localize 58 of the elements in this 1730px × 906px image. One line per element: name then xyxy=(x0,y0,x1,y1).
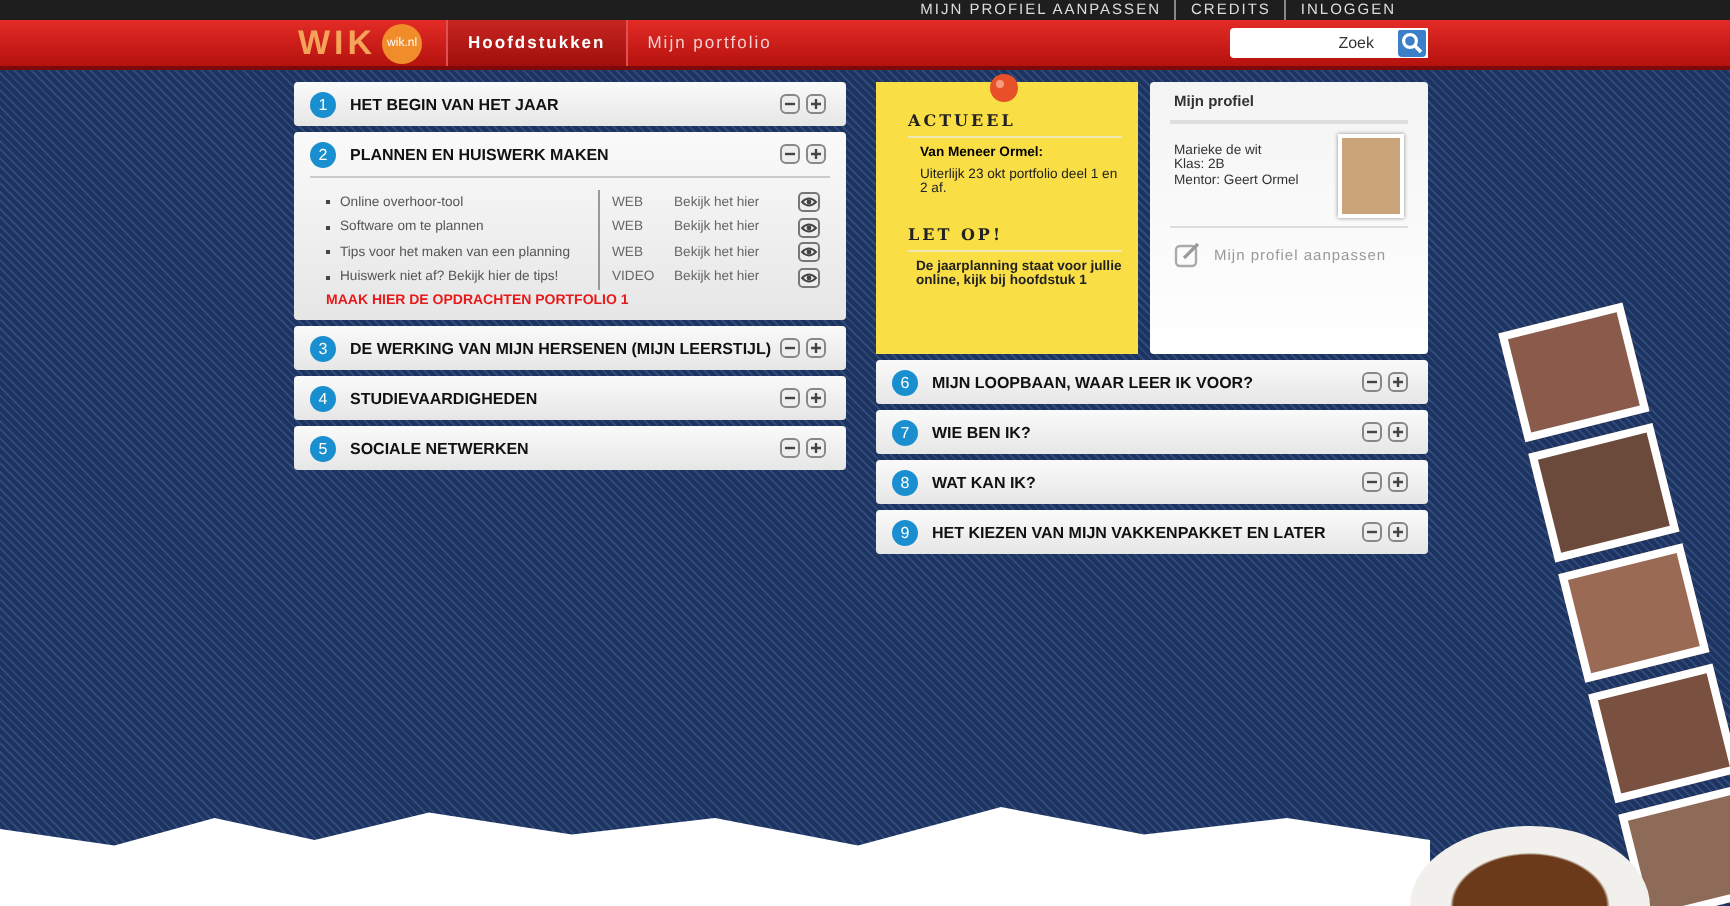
collapse-button[interactable] xyxy=(1362,372,1382,392)
search-icon[interactable] xyxy=(1398,28,1428,58)
chapter-number: 8 xyxy=(892,469,918,495)
plus-icon xyxy=(1390,524,1406,540)
expand-button[interactable] xyxy=(1388,472,1408,492)
plus-icon xyxy=(808,340,824,356)
photo-placeholder xyxy=(1588,663,1730,804)
collapse-button[interactable] xyxy=(780,438,800,458)
collapse-button[interactable] xyxy=(780,144,800,164)
collapse-button[interactable] xyxy=(780,338,800,358)
expand-button[interactable] xyxy=(1388,522,1408,542)
chapter-title[interactable]: PLANNEN EN HUISWERK MAKEN xyxy=(350,145,774,163)
edit-icon[interactable] xyxy=(1174,240,1202,268)
note-heading: ACTUEEL xyxy=(908,110,1122,138)
plus-icon xyxy=(808,146,824,162)
eye-icon[interactable] xyxy=(798,267,820,288)
collapse-button[interactable] xyxy=(1362,472,1382,492)
collapse-button[interactable] xyxy=(780,388,800,408)
search-field[interactable]: Zoek xyxy=(1230,28,1398,58)
chapter-title[interactable]: MIJN LOOPBAAN, WAAR LEER IK VOOR? xyxy=(932,373,1356,391)
expand-button[interactable] xyxy=(806,438,826,458)
expand-button[interactable] xyxy=(806,388,826,408)
expand-button[interactable] xyxy=(1388,372,1408,392)
plus-icon xyxy=(808,96,824,112)
plus-icon xyxy=(808,440,824,456)
plus-icon xyxy=(1390,474,1406,490)
plus-icon xyxy=(1390,374,1406,390)
chapter-number: 9 xyxy=(892,519,918,545)
chapter-number: 3 xyxy=(310,335,336,361)
chapter-number: 7 xyxy=(892,419,918,445)
chapter-number: 2 xyxy=(310,141,336,167)
chapter-title[interactable]: DE WERKING VAN MIJN HERSENEN (MIJN LEERSTIJL) xyxy=(350,339,774,357)
chapter-title[interactable]: WAT KAN IK? xyxy=(932,473,1356,491)
chapter-title[interactable]: HET BEGIN VAN HET JAAR xyxy=(350,95,774,113)
chapter-title[interactable]: HET KIEZEN VAN MIJN VAKKENPAKKET EN LATER xyxy=(932,523,1356,541)
note-heading: LET OP! xyxy=(908,224,1122,253)
chapter-number: 6 xyxy=(892,369,918,395)
expand-button[interactable] xyxy=(1388,422,1408,442)
plus-icon xyxy=(1390,424,1406,440)
avatar-placeholder xyxy=(1338,134,1404,218)
chapter-title[interactable]: STUDIEVAARDIGHEDEN xyxy=(350,389,774,407)
chapter-title[interactable]: SOCIALE NETWERKEN xyxy=(350,439,774,457)
chapter-title[interactable]: WIE BEN IK? xyxy=(932,423,1356,441)
collapse-button[interactable] xyxy=(1362,422,1382,442)
collapse-button[interactable] xyxy=(1362,522,1382,542)
collapse-button[interactable] xyxy=(780,94,800,114)
chapter-number: 5 xyxy=(310,435,336,461)
eye-icon[interactable] xyxy=(798,192,820,213)
expand-button[interactable] xyxy=(806,94,826,114)
nav-tab[interactable]: Hoofdstukken xyxy=(446,20,626,66)
chapter-number: 4 xyxy=(310,385,336,411)
nav-tab[interactable]: Mijn portfolio xyxy=(625,20,792,66)
eye-icon[interactable] xyxy=(798,242,820,263)
plus-icon xyxy=(808,390,824,406)
expand-button[interactable] xyxy=(806,144,826,164)
eye-icon[interactable] xyxy=(798,217,820,238)
chapter-number: 1 xyxy=(310,91,336,117)
expand-button[interactable] xyxy=(806,338,826,358)
